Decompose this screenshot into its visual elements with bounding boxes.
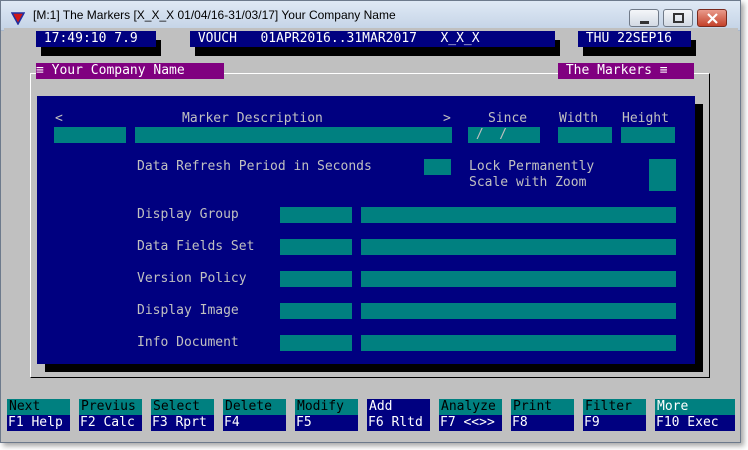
maximize-button[interactable] bbox=[663, 9, 693, 27]
previous-record-arrow[interactable]: < bbox=[55, 111, 63, 127]
voucher-range-status: VOUCH 01APR2016..31MAR2017 X_X_X bbox=[190, 31, 555, 47]
display-group-code-field[interactable] bbox=[280, 207, 352, 223]
version-policy-name-field[interactable] bbox=[361, 271, 676, 287]
f9-key[interactable]: F9 bbox=[583, 415, 646, 431]
minimize-button[interactable] bbox=[629, 9, 659, 27]
add-key-button[interactable]: Add bbox=[367, 399, 430, 415]
f2-calc-key[interactable]: F2 Calc bbox=[79, 415, 142, 431]
previous-key-button[interactable]: Previus bbox=[79, 399, 142, 415]
screen-name-title: The Markers ≡ bbox=[558, 63, 694, 79]
display-image-label: Display Image bbox=[137, 303, 239, 318]
marker-code-field[interactable] bbox=[54, 127, 126, 143]
minimize-icon bbox=[640, 21, 649, 24]
time-version-status: 17:49:10 7.9 bbox=[36, 31, 156, 47]
marker-form-panel: < Marker Description > Since Width Heigh… bbox=[37, 96, 695, 364]
company-name-title: ≡ Your Company Name bbox=[36, 63, 224, 79]
data-fields-set-name-field[interactable] bbox=[361, 239, 676, 255]
info-document-name-field[interactable] bbox=[361, 335, 676, 351]
data-fields-set-label: Data Fields Set bbox=[137, 239, 255, 254]
modify-key-button[interactable]: Modify bbox=[295, 399, 358, 415]
analyze-key-button[interactable]: Analyze bbox=[439, 399, 502, 415]
filter-key-button[interactable]: Filter bbox=[583, 399, 646, 415]
refresh-period-label: Data Refresh Period in Seconds bbox=[137, 159, 372, 174]
height-header: Height bbox=[622, 111, 669, 126]
delete-key-button[interactable]: Delete bbox=[223, 399, 286, 415]
version-policy-code-field[interactable] bbox=[280, 271, 352, 287]
terminal-client-area: 17:49:10 7.9 VOUCH 01APR2016..31MAR2017 … bbox=[4, 28, 738, 440]
next-record-arrow[interactable]: > bbox=[443, 111, 451, 127]
display-image-name-field[interactable] bbox=[361, 303, 676, 319]
restore-icon bbox=[673, 13, 684, 23]
f4-key[interactable]: F4 bbox=[223, 415, 286, 431]
version-policy-label: Version Policy bbox=[137, 271, 247, 286]
application-window: [M:1] The Markers [X_X_X 01/04/16-31/03/… bbox=[0, 0, 741, 443]
width-header: Width bbox=[559, 111, 599, 126]
title-bar[interactable]: [M:1] The Markers [X_X_X 01/04/16-31/03/… bbox=[1, 1, 740, 31]
display-image-code-field[interactable] bbox=[280, 303, 352, 319]
height-field[interactable] bbox=[621, 127, 675, 143]
f10-execute-key[interactable]: F10 Exec bbox=[655, 415, 735, 431]
since-header: Since bbox=[488, 111, 528, 126]
panel-shadow bbox=[45, 364, 703, 372]
display-group-label: Display Group bbox=[137, 207, 239, 222]
info-document-code-field[interactable] bbox=[280, 335, 352, 351]
marker-description-field[interactable] bbox=[135, 127, 452, 143]
panel-shadow bbox=[695, 104, 703, 372]
f5-key[interactable]: F5 bbox=[295, 415, 358, 431]
data-fields-set-code-field[interactable] bbox=[280, 239, 352, 255]
close-icon bbox=[707, 13, 718, 24]
window-title: [M:1] The Markers [X_X_X 01/04/16-31/03/… bbox=[33, 8, 396, 22]
more-key-button[interactable]: More bbox=[655, 399, 735, 415]
marker-description-header: Marker Description bbox=[182, 111, 323, 126]
close-button[interactable] bbox=[697, 9, 727, 27]
date-status: THU 22SEP16 bbox=[578, 31, 691, 47]
select-key-button[interactable]: Select bbox=[151, 399, 214, 415]
next-key-button[interactable]: Next bbox=[7, 399, 70, 415]
f8-key[interactable]: F8 bbox=[511, 415, 574, 431]
info-document-label: Info Document bbox=[137, 335, 239, 350]
print-key-button[interactable]: Print bbox=[511, 399, 574, 415]
scale-with-zoom-label: Scale with Zoom bbox=[469, 175, 587, 190]
refresh-period-field[interactable] bbox=[424, 159, 451, 175]
width-field[interactable] bbox=[558, 127, 612, 143]
f1-help-key[interactable]: F1 Help bbox=[7, 415, 70, 431]
f3-report-key[interactable]: F3 Rprt bbox=[151, 415, 214, 431]
lock-scale-field[interactable] bbox=[649, 159, 676, 191]
lock-permanently-label: Lock Permanently bbox=[469, 159, 595, 174]
display-group-name-field[interactable] bbox=[361, 207, 676, 223]
f7-navigate-key[interactable]: F7 <<>> bbox=[439, 415, 502, 431]
since-date-field[interactable]: / / bbox=[468, 127, 540, 143]
app-logo-icon bbox=[10, 10, 26, 26]
f6-related-key[interactable]: F6 Rltd bbox=[367, 415, 430, 431]
